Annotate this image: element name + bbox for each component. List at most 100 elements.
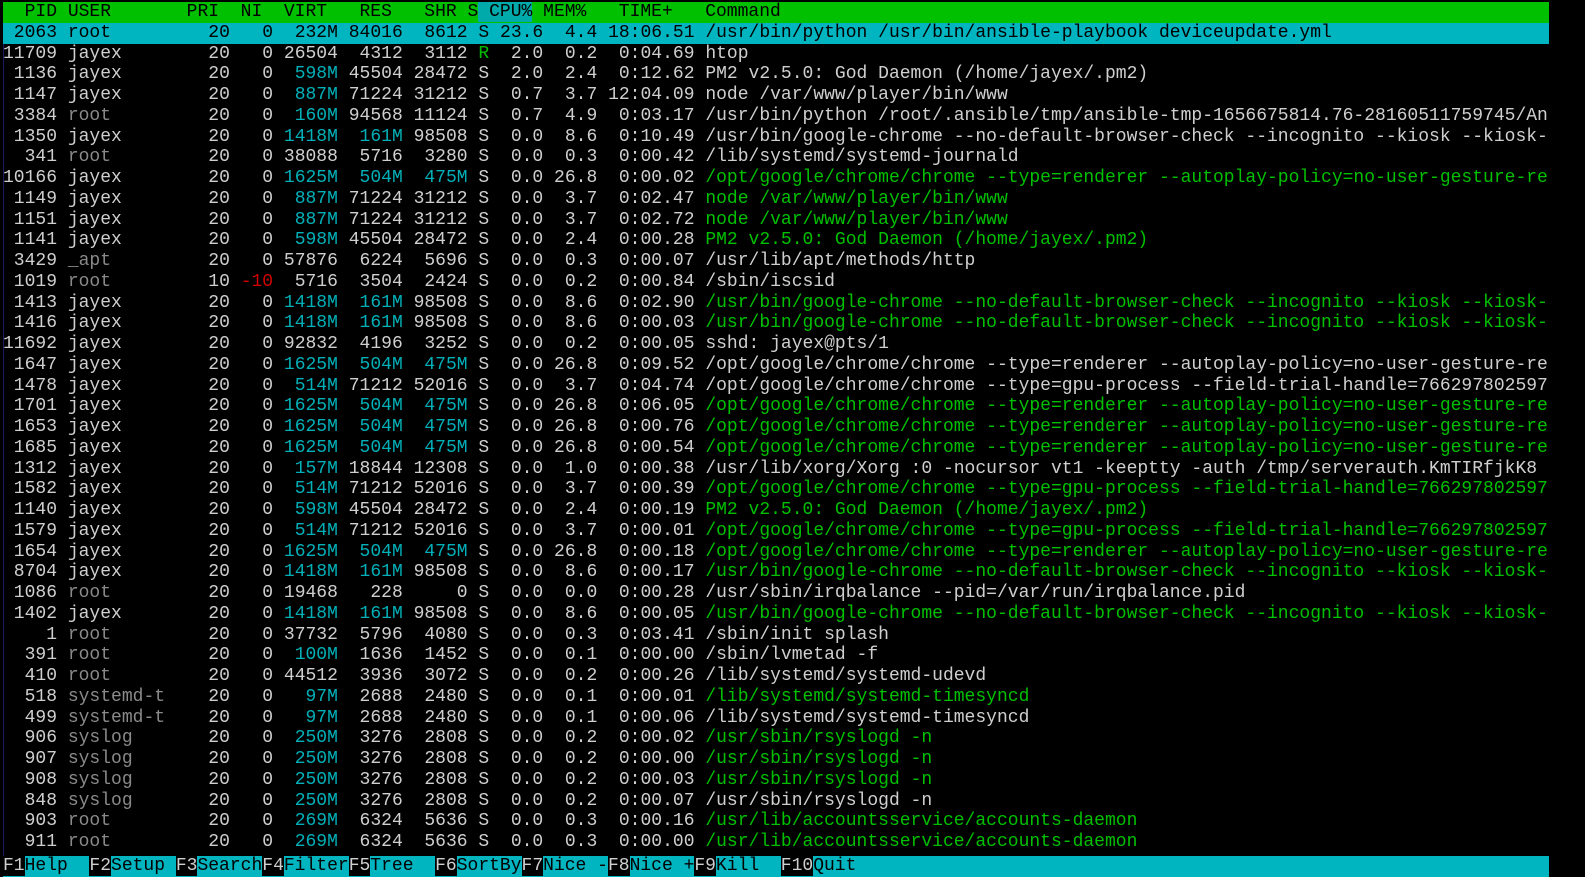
fkey-tree-button[interactable]: F5Tree	[348, 856, 436, 876]
process-row[interactable]: 908 syslog 20 0 250M 3276 2808 S 0.0 0.2…	[3, 770, 1549, 791]
priority: 20	[208, 562, 230, 583]
pid: 1086	[3, 583, 58, 603]
process-row[interactable]: 1647 jayex 20 0 1625M 504M 475M S 0.0 26…	[3, 355, 1549, 376]
column-user[interactable]: USER	[57, 2, 165, 22]
fkey-nice-button[interactable]: F7Nice -	[521, 856, 608, 876]
process-row[interactable]: 1147 jayex 20 0 887M 71224 31212 S 0.7 3…	[3, 85, 1549, 106]
process-row[interactable]: 10166 jayex 20 0 1625M 504M 475M S 0.0 2…	[3, 168, 1549, 189]
virt: 269M	[283, 811, 338, 832]
process-row[interactable]: 391 root 20 0 100M 1636 1452 S 0.0 0.1 0…	[3, 645, 1549, 666]
fkey-key: F6	[435, 856, 457, 876]
cpu-time: 0:02.90	[608, 292, 695, 313]
pid: 1140	[3, 500, 58, 520]
process-row[interactable]: 1416 jayex 20 0 1418M 161M 98508 S 0.0 8…	[3, 313, 1549, 334]
process-row[interactable]: 1350 jayex 20 0 1418M 161M 98508 S 0.0 8…	[3, 127, 1549, 148]
fkey-search-button[interactable]: F3Search	[175, 856, 263, 876]
process-row[interactable]: 499 systemd-t 20 0 97M 2688 2480 S 0.0 0…	[3, 708, 1549, 729]
cpu-percent: 0.0	[500, 292, 544, 313]
process-row[interactable]: 1402 jayex 20 0 1418M 161M 98508 S 0.0 8…	[3, 604, 1549, 625]
nice: 0	[240, 354, 274, 375]
process-row[interactable]: 518 systemd-t 20 0 97M 2688 2480 S 0.0 0…	[3, 687, 1549, 708]
process-row[interactable]: 848 syslog 20 0 250M 3276 2808 S 0.0 0.2…	[3, 791, 1549, 812]
pid: 1149	[3, 188, 58, 209]
process-row[interactable]: 1685 jayex 20 0 1625M 504M 475M S 0.0 26…	[3, 438, 1549, 459]
process-row[interactable]: 1151 jayex 20 0 887M 71224 31212 S 0.0 3…	[3, 210, 1549, 231]
process-row[interactable]: 1701 jayex 20 0 1625M 504M 475M S 0.0 26…	[3, 396, 1549, 417]
process-row[interactable]: 410 root 20 0 44512 3936 3072 S 0.0 0.2 …	[3, 666, 1549, 687]
process-row[interactable]: 1582 jayex 20 0 514M 71212 52016 S 0.0 3…	[3, 479, 1549, 500]
cpu-percent: 0.0	[500, 769, 544, 790]
fkey-key: F1	[3, 856, 25, 876]
column-res[interactable]: RES	[327, 2, 391, 22]
process-row[interactable]: 1413 jayex 20 0 1418M 161M 98508 S 0.0 8…	[3, 293, 1549, 314]
process-row[interactable]: 1 root 20 0 37732 5796 4080 S 0.0 0.3 0:…	[3, 625, 1549, 646]
state: S	[478, 292, 490, 313]
mem-percent: 0.2	[554, 749, 598, 769]
htop-process-list: PID USER PRI NI VIRT RES SHR S CPU% MEM%…	[3, 2, 1549, 875]
process-row[interactable]: 1136 jayex 20 0 598M 45504 28472 S 2.0 2…	[3, 64, 1549, 85]
process-row[interactable]: 11709 jayex 20 0 26504 4312 3112 R 2.0 0…	[3, 44, 1549, 65]
process-row[interactable]: 1140 jayex 20 0 598M 45504 28472 S 0.0 2…	[3, 500, 1549, 521]
process-row[interactable]: 1478 jayex 20 0 514M 71212 52016 S 0.0 3…	[3, 376, 1549, 397]
column-pri[interactable]: PRI	[165, 2, 219, 22]
column-cpu-sorted[interactable]: CPU%	[478, 2, 533, 22]
process-row[interactable]: 906 syslog 20 0 250M 3276 2808 S 0.0 0.2…	[3, 728, 1549, 749]
column-virt[interactable]: VIRT	[262, 2, 327, 22]
fkey-nice-button[interactable]: F8Nice +	[607, 856, 695, 876]
column-state[interactable]: S	[457, 2, 479, 22]
cpu-time: 0:00.07	[608, 790, 695, 811]
column-shr[interactable]: SHR	[392, 2, 456, 22]
fkey-setup-button[interactable]: F2Setup	[89, 856, 176, 876]
fkey-key: F4	[262, 856, 284, 876]
fkey-help-button[interactable]: F1Help	[3, 856, 90, 876]
process-row[interactable]: 1579 jayex 20 0 514M 71212 52016 S 0.0 3…	[3, 521, 1549, 542]
process-row[interactable]: 1149 jayex 20 0 887M 71224 31212 S 0.0 3…	[3, 189, 1549, 210]
process-row[interactable]: 907 syslog 20 0 250M 3276 2808 S 0.0 0.2…	[3, 749, 1549, 770]
process-row[interactable]: 1312 jayex 20 0 157M 18844 12308 S 0.0 1…	[3, 459, 1549, 480]
priority: 20	[208, 686, 230, 707]
column-command[interactable]: Command	[694, 2, 781, 22]
fkey-kill-button[interactable]: F9Kill	[694, 856, 781, 876]
column-ni[interactable]: NI	[219, 2, 263, 22]
process-row[interactable]: 911 root 20 0 269M 6324 5636 S 0.0 0.3 0…	[3, 832, 1549, 853]
process-row[interactable]: 1086 root 20 0 19468 228 0 S 0.0 0.0 0:0…	[3, 583, 1549, 604]
nice: 0	[240, 479, 274, 500]
process-row[interactable]: 3429 _apt 20 0 57876 6224 5696 S 0.0 0.3…	[3, 251, 1549, 272]
command: /sbin/lvmetad -f	[705, 645, 879, 666]
column-mem[interactable]: MEM%	[532, 2, 586, 22]
process-row-selected[interactable]: 2063 root 20 0 232M 84016 8612 S 23.6 4.…	[3, 22, 1549, 44]
process-row[interactable]: 341 root 20 0 38088 5716 3280 S 0.0 0.3 …	[3, 147, 1549, 168]
process-row[interactable]: 903 root 20 0 269M 6324 5636 S 0.0 0.3 0…	[3, 811, 1549, 832]
process-row[interactable]: 1141 jayex 20 0 598M 45504 28472 S 0.0 2…	[3, 230, 1549, 251]
process-row[interactable]: 3384 root 20 0 160M 94568 11124 S 0.7 4.…	[3, 106, 1549, 127]
process-row[interactable]: 11692 jayex 20 0 92832 4196 3252 S 0.0 0…	[3, 334, 1549, 355]
process-row[interactable]: 1653 jayex 20 0 1625M 504M 475M S 0.0 26…	[3, 417, 1549, 438]
process-row[interactable]: 1019 root 10 -10 5716 3504 2424 S 0.0 0.…	[3, 272, 1549, 293]
process-row[interactable]: 8704 jayex 20 0 1418M 161M 98508 S 0.0 8…	[3, 562, 1549, 583]
fkey-sortby-button[interactable]: F6SortBy	[435, 856, 522, 876]
process-row[interactable]: 1654 jayex 20 0 1625M 504M 475M S 0.0 26…	[3, 542, 1549, 563]
column-pid[interactable]: PID	[3, 2, 57, 22]
column-time[interactable]: TIME+	[586, 2, 694, 22]
fkey-filter-button[interactable]: F4Filter	[262, 856, 349, 876]
cpu-percent: 0.0	[500, 811, 544, 832]
virt: 1625M	[283, 168, 338, 188]
fkey-quit-button[interactable]: F10Quit	[780, 856, 857, 876]
